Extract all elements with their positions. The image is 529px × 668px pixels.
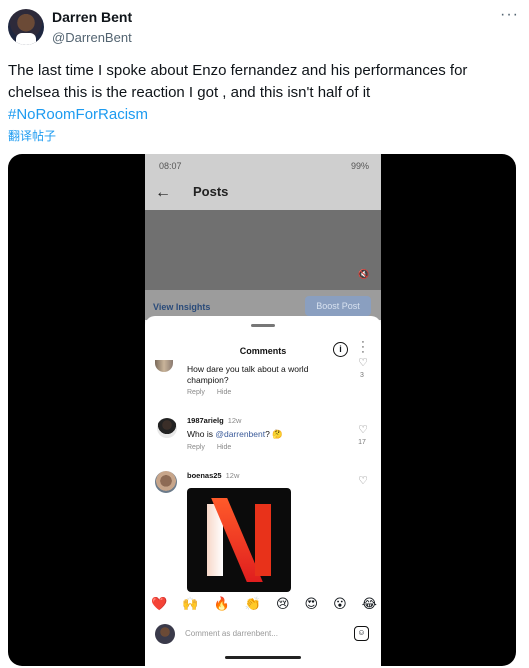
sticker-icon: ☺ xyxy=(354,626,369,641)
back-arrow-icon: ← xyxy=(155,184,171,201)
heart-icon: ♡ xyxy=(358,357,368,369)
heart-eyes-emoji: 😍 xyxy=(304,596,319,611)
fire-emoji: 🔥 xyxy=(213,596,230,611)
comment-username: boenas25 12w xyxy=(187,471,239,480)
heart-icon: ♡ xyxy=(358,424,368,436)
hashtag-link[interactable]: #NoRoomForRacism xyxy=(8,106,148,123)
author-name[interactable]: Darren Bent xyxy=(52,9,132,25)
my-avatar xyxy=(155,624,175,644)
comment-username: 1987arielg 12w xyxy=(187,416,241,425)
boost-post-button: Boost Post xyxy=(305,296,371,316)
more-vertical-icon: · · · xyxy=(361,336,365,358)
comment-actions: Reply Hide xyxy=(187,444,241,451)
crying-emoji: 😢 xyxy=(275,596,290,611)
clapping-emoji: 👏 xyxy=(244,596,261,611)
author-handle[interactable]: @DarrenBent xyxy=(52,30,132,45)
comment-text-suffix: ? 🤔 xyxy=(265,429,283,439)
mute-icon: 🔇 xyxy=(358,269,370,279)
comment-text: Who is @darrenbent? 🤔 xyxy=(187,429,283,440)
tweet-text: The last time I spoke about Enzo fernand… xyxy=(8,60,513,126)
surprised-emoji: 😮 xyxy=(333,596,347,611)
reply-link: Reply xyxy=(187,444,205,451)
status-battery: 99% xyxy=(350,161,369,171)
username: boenas25 xyxy=(187,471,222,480)
comment-compose: Comment as darrenbent... ☺ xyxy=(145,620,381,650)
red-heart-emoji: ❤️ xyxy=(151,596,168,611)
comments-sheet: Comments i · · · How dare you talk about a… xyxy=(145,316,381,666)
like-count: 17 xyxy=(358,439,366,446)
comment-time: 12w xyxy=(225,471,240,480)
username: 1987arielg xyxy=(187,416,224,425)
netflix-n-image xyxy=(187,488,291,592)
mention-link: @darrenbent xyxy=(215,429,266,439)
status-time: 08:07 xyxy=(159,161,182,171)
emoji-reaction-bar: ❤️ 🙌 🔥 👏 😢 😍 😮 😂 xyxy=(151,596,377,612)
comment-avatar xyxy=(155,471,177,493)
laughing-emoji: 😂 xyxy=(361,596,377,611)
hide-link: Hide xyxy=(216,389,232,396)
more-horizontal-icon[interactable]: ··· xyxy=(500,6,519,24)
status-bar: 08:07 99% xyxy=(159,161,369,171)
home-indicator xyxy=(225,656,301,659)
comment-text: How dare you talk about a world champion… xyxy=(187,364,309,385)
raised-hands-emoji: 🙌 xyxy=(182,596,199,611)
author-avatar[interactable] xyxy=(8,9,44,45)
app-header: 08:07 99% ← Posts xyxy=(145,154,381,210)
hide-link: Hide xyxy=(216,444,232,451)
comment-input: Comment as darrenbent... xyxy=(185,629,278,638)
tweet-body: The last time I spoke about Enzo fernand… xyxy=(8,62,468,101)
info-icon: i xyxy=(333,342,348,357)
comment-avatar xyxy=(155,360,173,372)
translate-link[interactable]: 翻译帖子 xyxy=(8,127,56,144)
reply-link: Reply xyxy=(187,389,205,396)
posts-title: Posts xyxy=(193,184,229,199)
sheet-grabber xyxy=(251,324,275,327)
comment-avatar xyxy=(157,418,177,438)
view-insights-link: View Insights xyxy=(153,302,211,312)
heart-icon: ♡ xyxy=(358,475,368,487)
like-count: 3 xyxy=(360,372,364,379)
phone-screenshot: 08:07 99% ← Posts 🔇 View Insights Boost … xyxy=(145,154,381,666)
tweet-media[interactable]: 08:07 99% ← Posts 🔇 View Insights Boost … xyxy=(8,154,516,666)
comment-actions: Reply Hide xyxy=(187,389,241,396)
comment-time: 12w xyxy=(227,416,242,425)
comment-text-prefix: Who is xyxy=(187,429,216,439)
post-image-dimmed xyxy=(145,210,381,300)
